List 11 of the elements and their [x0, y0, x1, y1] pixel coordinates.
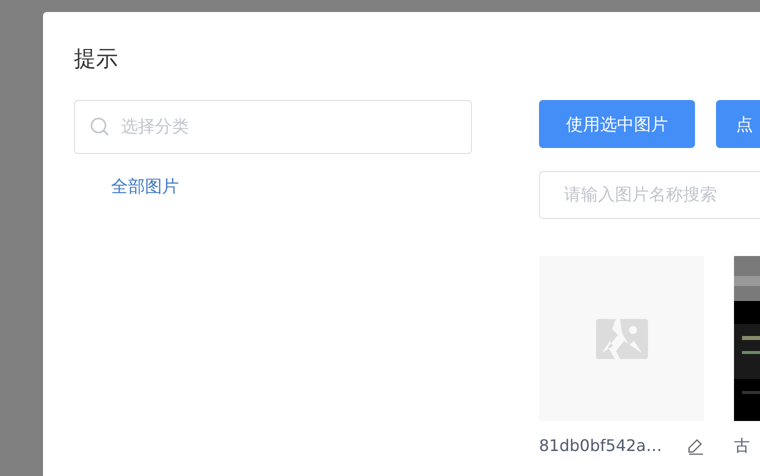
image-name: 81db0bf542a… — [539, 436, 662, 455]
action-button[interactable]: 点 — [716, 100, 760, 148]
action-button[interactable]: 使用选中图片 — [539, 100, 695, 148]
category-link[interactable]: 全部图片 — [111, 175, 472, 198]
category-field[interactable]: 选择分类 — [74, 100, 472, 154]
dialog-title: 提示 — [74, 46, 119, 74]
broken-image-icon — [596, 318, 648, 358]
pencil-icon[interactable] — [686, 436, 704, 454]
image-search-field[interactable]: 请输入图片名称搜索 — [539, 171, 760, 219]
search-icon — [90, 117, 110, 137]
image-name: 古 — [734, 436, 750, 457]
